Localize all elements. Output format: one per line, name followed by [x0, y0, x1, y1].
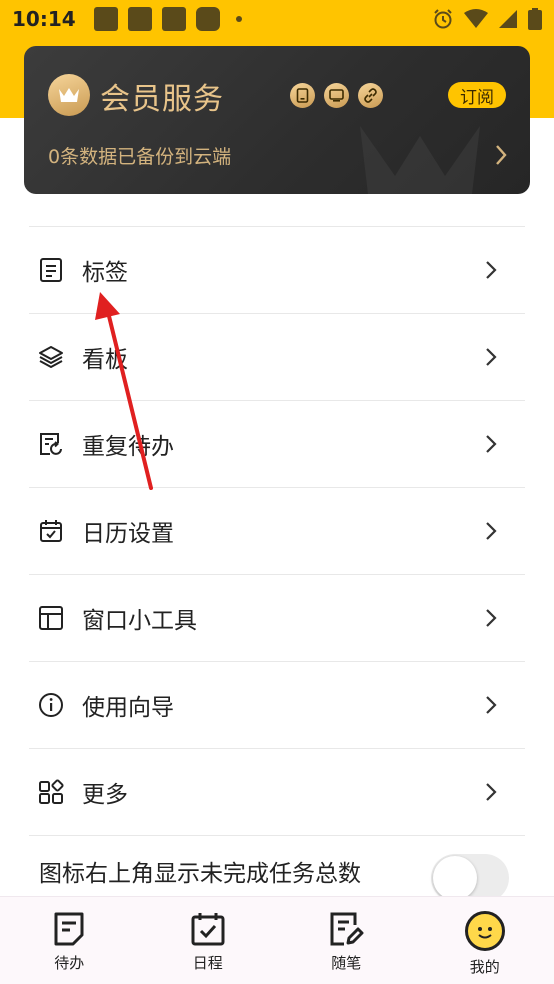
menu-item-label: 窗口小工具 — [82, 608, 197, 634]
member-service-card[interactable]: 会员服务 订阅 0条数据已备份到云端 — [24, 46, 530, 194]
todo-icon — [54, 912, 84, 946]
battery-icon — [528, 8, 542, 30]
notification-icon — [93, 7, 118, 31]
nav-tab-schedule[interactable]: 日程 — [139, 897, 278, 984]
info-icon — [37, 691, 65, 719]
toggle-knob — [433, 856, 477, 900]
menu-item-label: 标签 — [82, 260, 128, 286]
status-time: 10:14 — [12, 7, 76, 31]
phone-sync-icon — [290, 83, 315, 108]
menu-item-label: 重复待办 — [82, 434, 174, 460]
link-icon — [358, 83, 383, 108]
profile-avatar-icon — [464, 911, 505, 951]
status-indicators — [432, 8, 542, 30]
chevron-right-icon — [486, 783, 497, 801]
nav-label: 待办 — [54, 954, 85, 972]
badge-count-toggle[interactable] — [431, 854, 509, 902]
repeat-task-icon — [37, 430, 65, 458]
nav-tab-profile[interactable]: 我的 — [416, 897, 554, 984]
alarm-icon — [434, 9, 452, 29]
cell-signal-icon — [499, 10, 517, 28]
nav-label: 日程 — [192, 954, 223, 972]
subscribe-button[interactable]: 订阅 — [448, 82, 506, 108]
crown-icon — [48, 74, 90, 116]
menu-item-label: 更多 — [82, 782, 128, 808]
menu-item-widgets[interactable]: 窗口小工具 — [29, 575, 525, 662]
notification-icon — [127, 7, 152, 31]
nav-tab-notes[interactable]: 随笔 — [277, 897, 416, 984]
settings-menu-list: 标签 看板 重复待办 日历设置 窗口小工具 使用向导 更多 — [29, 226, 525, 836]
menu-item-tags[interactable]: 标签 — [29, 227, 525, 314]
chevron-right-icon — [486, 261, 497, 279]
nav-label: 随笔 — [331, 954, 362, 972]
crown-watermark-icon — [360, 126, 480, 194]
layers-icon — [37, 343, 65, 371]
notification-icon — [195, 7, 220, 31]
member-card-title: 会员服务 — [100, 82, 224, 117]
menu-item-calendar-settings[interactable]: 日历设置 — [29, 488, 525, 575]
notification-icon — [161, 7, 186, 31]
menu-item-more[interactable]: 更多 — [29, 749, 525, 836]
chevron-right-icon — [486, 435, 497, 453]
chevron-right-icon — [486, 609, 497, 627]
cloud-backup-status: 0条数据已备份到云端 — [48, 146, 232, 168]
menu-item-label: 日历设置 — [82, 521, 174, 547]
menu-item-repeat-tasks[interactable]: 重复待办 — [29, 401, 525, 488]
calendar-check-icon — [37, 517, 65, 545]
grid-more-icon — [37, 778, 65, 806]
status-bar: 10:14 — [0, 0, 554, 38]
tag-list-icon — [37, 256, 65, 284]
menu-item-kanban[interactable]: 看板 — [29, 314, 525, 401]
widget-layout-icon — [37, 604, 65, 632]
chevron-right-icon — [486, 696, 497, 714]
member-feature-icons — [290, 83, 383, 108]
chevron-right-icon — [486, 348, 497, 366]
menu-item-label: 看板 — [82, 347, 128, 373]
nav-tab-todo[interactable]: 待办 — [0, 897, 139, 984]
chevron-right-icon — [486, 522, 497, 540]
chevron-right-icon[interactable] — [494, 144, 508, 166]
menu-item-guide[interactable]: 使用向导 — [29, 662, 525, 749]
menu-item-label: 使用向导 — [82, 695, 174, 721]
nav-label: 我的 — [469, 958, 500, 976]
wifi-icon — [464, 9, 488, 28]
desktop-sync-icon — [324, 83, 349, 108]
note-icon — [330, 912, 364, 946]
more-notifications-dot-icon — [235, 16, 242, 22]
schedule-icon — [191, 913, 225, 946]
badge-count-label: 图标右上角显示未完成任务总数 — [39, 861, 361, 887]
bottom-navigation: 待办 日程 随笔 我的 — [0, 896, 554, 984]
